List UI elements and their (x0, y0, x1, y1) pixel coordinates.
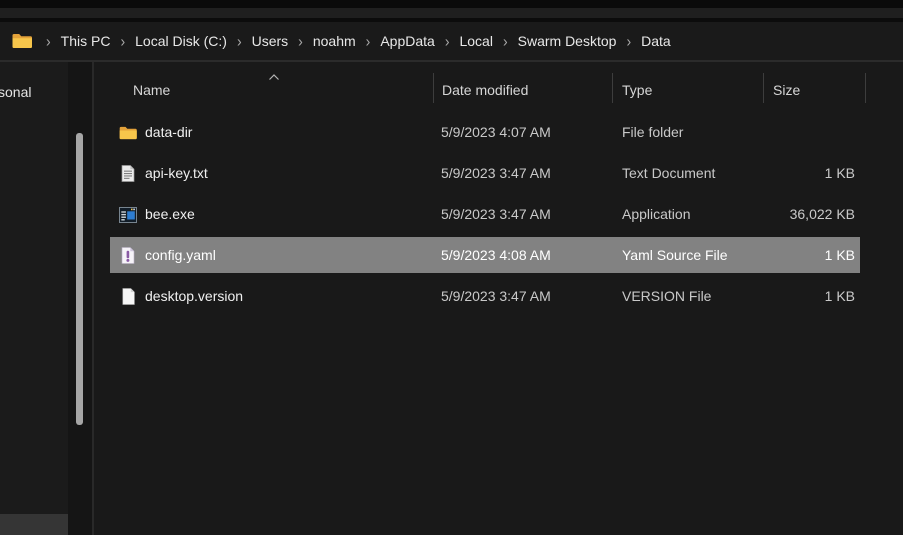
breadcrumb-chevron-icon: › (36, 32, 61, 50)
file-name: desktop.version (145, 276, 243, 317)
file-size: 1 KB (734, 276, 855, 317)
scrollbar-thumb[interactable] (76, 133, 83, 425)
file-date-modified: 5/9/2023 3:47 AM (441, 153, 551, 194)
breadcrumb-item[interactable]: This PC (61, 33, 111, 49)
file-list: data-dir 5/9/2023 4:07 AM File folder ap… (94, 112, 903, 317)
breadcrumb: ›This PC›Local Disk (C:)›Users›noahm›App… (36, 33, 671, 49)
breadcrumb-item[interactable]: Users (252, 33, 289, 49)
breadcrumb-chevron-icon: › (227, 32, 252, 50)
file-row[interactable]: data-dir 5/9/2023 4:07 AM File folder (94, 112, 903, 153)
commandbar-strip (0, 8, 903, 18)
file-size: 1 KB (734, 235, 855, 276)
file-row[interactable]: bee.exe 5/9/2023 3:47 AM Application 36,… (94, 194, 903, 235)
column-separator[interactable] (433, 73, 434, 103)
file-type: Yaml Source File (622, 235, 728, 276)
file-list-pane: Name Date modified Type Size data-dir 5/… (94, 62, 903, 535)
file-type: VERSION File (622, 276, 711, 317)
address-bar[interactable]: ›This PC›Local Disk (C:)›Users›noahm›App… (0, 22, 903, 60)
yaml-file-icon (118, 246, 138, 266)
file-size: 36,022 KB (734, 194, 855, 235)
file-size: 1 KB (734, 153, 855, 194)
column-header-size[interactable]: Size (773, 70, 800, 110)
breadcrumb-item[interactable]: Local (459, 33, 492, 49)
sort-ascending-icon (268, 68, 280, 76)
breadcrumb-item[interactable]: Local Disk (C:) (135, 33, 227, 49)
column-separator[interactable] (612, 73, 613, 103)
breadcrumb-item[interactable]: Data (641, 33, 671, 49)
file-name: api-key.txt (145, 153, 208, 194)
file-date-modified: 5/9/2023 4:07 AM (441, 112, 551, 153)
file-row[interactable]: api-key.txt 5/9/2023 3:47 AM Text Docume… (94, 153, 903, 194)
sidebar-scrollbar[interactable] (68, 62, 92, 535)
folder-icon (12, 33, 32, 49)
breadcrumb-chevron-icon: › (288, 32, 313, 50)
file-name: bee.exe (145, 194, 195, 235)
file-date-modified: 5/9/2023 3:47 AM (441, 194, 551, 235)
file-type: Application (622, 194, 691, 235)
sidebar-item-partial[interactable]: sonal (0, 84, 31, 100)
titlebar-strip (0, 0, 903, 8)
blank-file-icon (118, 287, 138, 307)
column-separator[interactable] (763, 73, 764, 103)
file-name: data-dir (145, 112, 192, 153)
breadcrumb-item[interactable]: noahm (313, 33, 356, 49)
text-file-icon (118, 164, 138, 184)
file-row[interactable]: config.yaml 5/9/2023 4:08 AM Yaml Source… (94, 235, 903, 276)
column-headers: Name Date modified Type Size (94, 62, 903, 110)
file-type: File folder (622, 112, 683, 153)
breadcrumb-item[interactable]: Swarm Desktop (518, 33, 617, 49)
breadcrumb-chevron-icon: › (493, 32, 518, 50)
file-row[interactable]: desktop.version 5/9/2023 3:47 AM VERSION… (94, 276, 903, 317)
column-header-date-modified[interactable]: Date modified (442, 70, 528, 110)
file-name: config.yaml (145, 235, 216, 276)
breadcrumb-chevron-icon: › (435, 32, 460, 50)
file-explorer-window: ›This PC›Local Disk (C:)›Users›noahm›App… (0, 0, 903, 535)
breadcrumb-chevron-icon: › (616, 32, 641, 50)
file-date-modified: 5/9/2023 3:47 AM (441, 276, 551, 317)
folder-icon (118, 123, 138, 143)
breadcrumb-item[interactable]: AppData (380, 33, 434, 49)
file-date-modified: 5/9/2023 4:08 AM (441, 235, 551, 276)
column-header-type[interactable]: Type (622, 70, 652, 110)
file-type: Text Document (622, 153, 715, 194)
column-header-name[interactable]: Name (133, 70, 170, 110)
breadcrumb-chevron-icon: › (356, 32, 381, 50)
explorer-content: sonal Name Date modified Type Size (0, 62, 903, 535)
navigation-pane: sonal (0, 62, 68, 535)
breadcrumb-chevron-icon: › (110, 32, 135, 50)
column-separator[interactable] (865, 73, 866, 103)
statusbar-fragment (0, 514, 68, 535)
application-icon (118, 205, 138, 225)
